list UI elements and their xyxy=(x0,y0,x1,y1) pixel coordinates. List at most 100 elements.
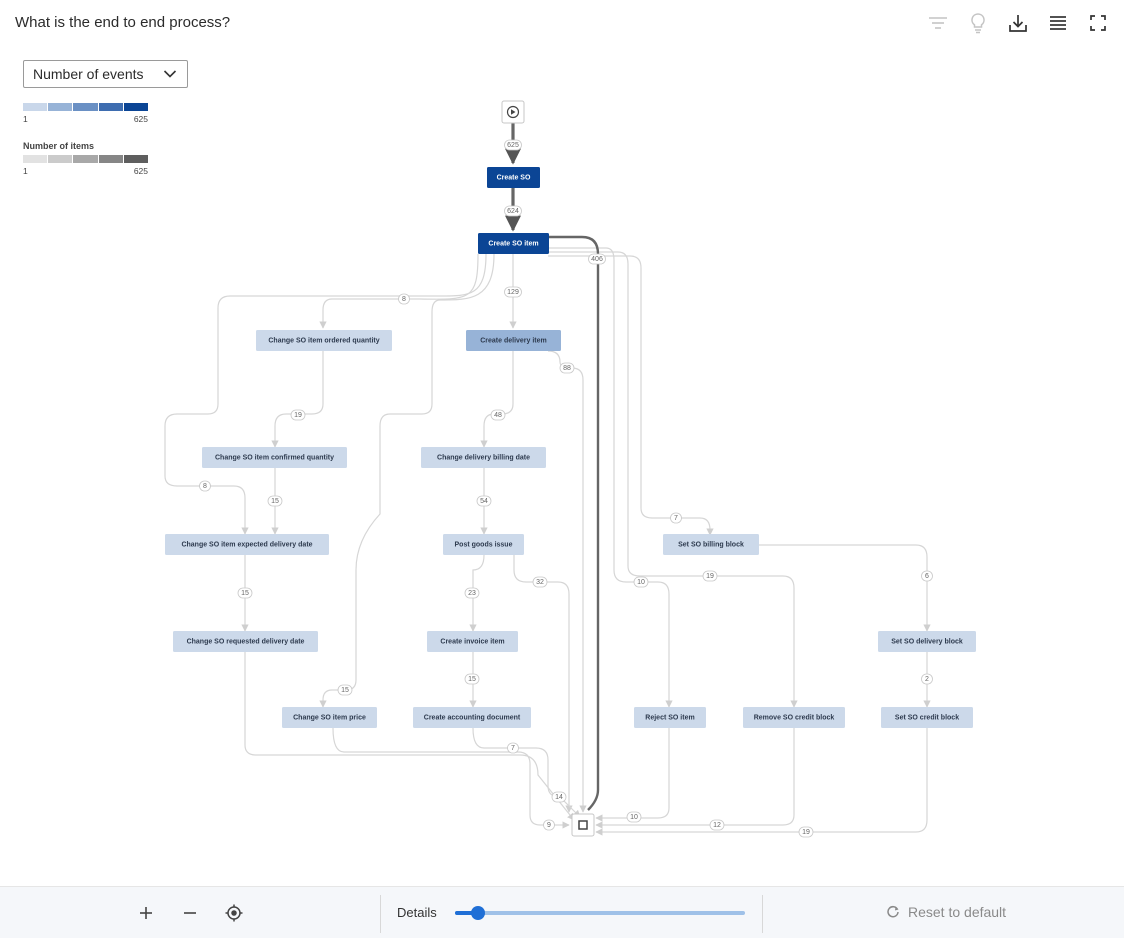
edge-labels: 62562440681298819 48815 5471532 1019 62315 21… xyxy=(199,139,933,838)
edge-count-value: 12 xyxy=(713,822,721,829)
edge-count-value: 19 xyxy=(294,412,302,419)
divider xyxy=(380,895,381,933)
minus-icon xyxy=(184,912,196,914)
edge-count-label: 15 xyxy=(337,684,353,696)
process-node-label: Create delivery item xyxy=(480,338,547,345)
process-node-change-item-price[interactable]: Change SO item price xyxy=(282,707,377,728)
recenter-button[interactable] xyxy=(222,901,246,925)
edge-count-value: 15 xyxy=(271,498,279,505)
end-event[interactable] xyxy=(571,813,595,837)
start-event[interactable] xyxy=(501,100,525,124)
process-node-create-so[interactable]: Create SO xyxy=(487,167,540,188)
process-node-post-goods-issue[interactable]: Post goods issue xyxy=(443,534,524,555)
process-node-create-invoice-item[interactable]: Create invoice item xyxy=(427,631,518,652)
reset-label: Reset to default xyxy=(908,904,1007,920)
edge-count-label: 48 xyxy=(490,409,506,421)
edge-count-value: 7 xyxy=(511,745,515,752)
process-node-set-credit-block[interactable]: Set SO credit block xyxy=(881,707,973,728)
refresh-icon xyxy=(887,905,899,918)
process-node-label: Set SO credit block xyxy=(895,715,959,722)
details-label: Details xyxy=(397,905,437,920)
edge-count-label: 12 xyxy=(709,819,725,831)
process-node-change-ordered-qty[interactable]: Change SO item ordered quantity xyxy=(256,330,392,351)
edge-count-value: 129 xyxy=(507,289,519,296)
process-node-label: Change SO item ordered quantity xyxy=(268,338,379,345)
zoom-out-button[interactable] xyxy=(178,901,202,925)
process-node-change-delivery-billing-date[interactable]: Change delivery billing date xyxy=(421,447,546,468)
edge-count-value: 15 xyxy=(241,590,249,597)
process-node-label: Change SO requested delivery date xyxy=(187,639,305,646)
zoom-in-button[interactable] xyxy=(134,901,158,925)
edge-count-value: 48 xyxy=(494,412,502,419)
crosshair-icon xyxy=(225,904,243,922)
edge-count-label: 9 xyxy=(543,819,555,831)
edge-count-label: 7 xyxy=(670,512,682,524)
edge-count-label: 88 xyxy=(559,362,575,374)
process-node-create-so-item[interactable]: Create SO item xyxy=(478,233,549,254)
edge-count-label: 19 xyxy=(702,570,718,582)
plus-icon xyxy=(140,907,152,919)
process-node-label: Change SO item price xyxy=(293,715,366,722)
divider xyxy=(762,895,763,933)
edge-count-label: 32 xyxy=(532,576,548,588)
process-node-label: Change delivery billing date xyxy=(437,455,530,462)
process-node-set-delivery-block[interactable]: Set SO delivery block xyxy=(878,631,976,652)
edge-count-value: 7 xyxy=(674,515,678,522)
edge-count-value: 23 xyxy=(468,590,476,597)
edge-count-value: 10 xyxy=(630,814,638,821)
process-nodes: Create SO Create SO item Change SO item or… xyxy=(165,167,976,728)
edge-count-value: 19 xyxy=(706,573,714,580)
edge-count-value: 6 xyxy=(925,573,929,580)
reset-to-default-button[interactable]: Reset to default xyxy=(886,904,1006,920)
edge-count-value: 19 xyxy=(802,829,810,836)
edge-count-label: 624 xyxy=(504,205,522,217)
edge-count-label: 15 xyxy=(464,673,480,685)
edge-count-value: 2 xyxy=(925,676,929,683)
process-node-label: Create SO item xyxy=(488,241,538,248)
edge-count-value: 88 xyxy=(563,365,571,372)
edge-count-value: 9 xyxy=(547,822,551,829)
process-node-remove-credit-block[interactable]: Remove SO credit block xyxy=(743,707,845,728)
edge-count-label: 14 xyxy=(551,791,567,803)
edge-count-value: 15 xyxy=(341,687,349,694)
edge-count-label: 10 xyxy=(626,811,642,823)
edge-count-value: 8 xyxy=(203,483,207,490)
edge-count-value: 406 xyxy=(591,256,603,263)
process-node-label: Change SO item expected delivery date xyxy=(181,542,312,549)
edge-count-label: 15 xyxy=(237,587,253,599)
edge-count-label: 54 xyxy=(476,495,492,507)
edge-count-label: 7 xyxy=(507,742,519,754)
edge-count-label: 19 xyxy=(290,409,306,421)
process-node-label: Reject SO item xyxy=(645,715,694,722)
process-map[interactable]: Create SO Create SO item Change SO item or… xyxy=(0,0,1124,880)
details-slider-track xyxy=(455,911,745,915)
edge-count-label: 129 xyxy=(504,286,522,298)
process-node-label: Remove SO credit block xyxy=(754,715,835,722)
process-node-label: Post goods issue xyxy=(455,542,513,549)
edge-count-label: 406 xyxy=(588,253,606,265)
edge-count-label: 2 xyxy=(921,673,933,685)
edge-count-value: 14 xyxy=(555,794,563,801)
details-slider[interactable] xyxy=(455,906,745,920)
process-node-change-requested-delivery[interactable]: Change SO requested delivery date xyxy=(173,631,318,652)
edge-count-value: 8 xyxy=(402,296,406,303)
process-node-create-accounting-doc[interactable]: Create accounting document xyxy=(413,707,531,728)
edge-count-label: 8 xyxy=(199,480,211,492)
edge-count-label: 8 xyxy=(398,293,410,305)
process-node-reject-so-item[interactable]: Reject SO item xyxy=(634,707,706,728)
bottom-toolbar: Details Reset to default xyxy=(0,886,1124,938)
process-node-change-confirmed-qty[interactable]: Change SO item confirmed quantity xyxy=(202,447,347,468)
process-node-change-expected-delivery[interactable]: Change SO item expected delivery date xyxy=(165,534,329,555)
process-node-create-delivery-item[interactable]: Create delivery item xyxy=(466,330,561,351)
edge-count-label: 6 xyxy=(921,570,933,582)
process-node-set-billing-block[interactable]: Set SO billing block xyxy=(663,534,759,555)
details-slider-thumb[interactable] xyxy=(471,906,486,920)
edge-count-value: 54 xyxy=(480,498,488,505)
edge-count-label: 23 xyxy=(464,587,480,599)
edge-count-label: 19 xyxy=(798,826,814,838)
edge-count-label: 625 xyxy=(504,139,522,151)
edge-count-value: 624 xyxy=(507,208,519,215)
process-node-label: Set SO delivery block xyxy=(891,639,963,646)
process-node-label: Create accounting document xyxy=(424,715,521,722)
process-node-label: Create SO xyxy=(497,175,531,182)
